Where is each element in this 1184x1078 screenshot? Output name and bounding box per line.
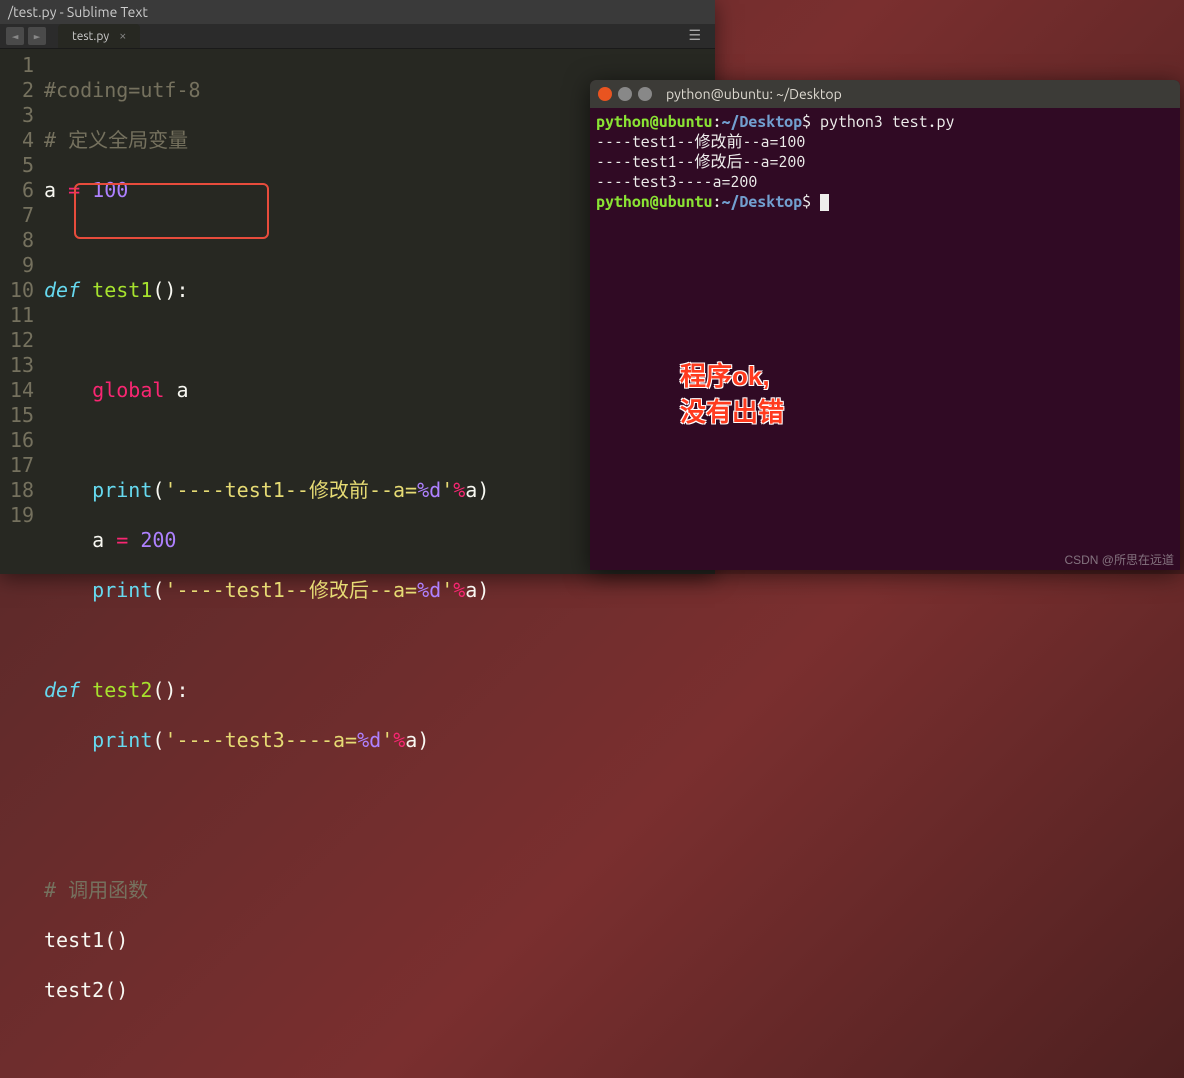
- window-maximize-icon[interactable]: [638, 87, 652, 101]
- window-minimize-icon[interactable]: [618, 87, 632, 101]
- terminal-output: ----test3----a=200: [596, 172, 1174, 192]
- window-close-icon[interactable]: [598, 87, 612, 101]
- terminal-title: python@ubuntu: ~/Desktop: [666, 86, 842, 102]
- terminal-body[interactable]: python@ubuntu:~/Desktop$ python3 test.py…: [590, 108, 1180, 570]
- terminal-titlebar[interactable]: python@ubuntu: ~/Desktop: [590, 80, 1180, 108]
- hamburger-icon[interactable]: ☰: [680, 28, 709, 44]
- tab-testpy[interactable]: test.py ×: [58, 24, 140, 48]
- sublime-toolbar: ◄ ► test.py × ☰: [0, 24, 715, 49]
- tab-bar: test.py ×: [58, 24, 680, 48]
- tab-label: test.py: [72, 30, 109, 43]
- annotation-text: 程序ok, 没有出错: [680, 358, 784, 431]
- nav-back-button[interactable]: ◄: [6, 27, 24, 45]
- line-numbers: 12345678910111213141516171819: [0, 53, 44, 1078]
- close-icon[interactable]: ×: [119, 29, 126, 43]
- terminal-output: ----test1--修改后--a=200: [596, 152, 1174, 172]
- sublime-titlebar[interactable]: /test.py - Sublime Text: [0, 0, 715, 24]
- terminal-window: python@ubuntu: ~/Desktop python@ubuntu:~…: [590, 80, 1180, 570]
- terminal-output: ----test1--修改前--a=100: [596, 132, 1174, 152]
- nav-forward-button[interactable]: ►: [28, 27, 46, 45]
- watermark: CSDN @所思在远道: [1064, 551, 1174, 568]
- window-title: /test.py - Sublime Text: [8, 4, 148, 20]
- cursor-icon: [820, 194, 829, 211]
